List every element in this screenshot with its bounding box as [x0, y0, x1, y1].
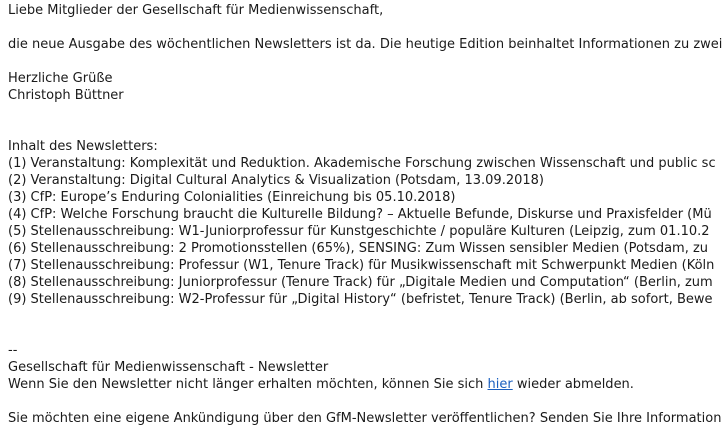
- unsubscribe-text-after: wieder abmelden.: [512, 377, 634, 392]
- unsubscribe-line: Wenn Sie den Newsletter nicht länger erh…: [8, 376, 722, 393]
- toc-item-8: (8) Stellenausschreibung: Juniorprofessu…: [8, 275, 713, 290]
- toc-item-4: (4) CfP: Welche Forschung braucht die Ku…: [8, 207, 712, 222]
- sender-name: Christoph Büttner: [8, 88, 124, 103]
- toc-item-3: (3) CfP: Europe’s Enduring Colonialities…: [8, 190, 456, 205]
- toc-item-2: (2) Veranstaltung: Digital Cultural Anal…: [8, 173, 544, 188]
- intro-paragraph: die neue Ausgabe des wöchentlichen Newsl…: [8, 37, 722, 52]
- greeting: Liebe Mitglieder der Gesellschaft für Me…: [8, 3, 384, 18]
- signature-separator: --: [8, 343, 18, 358]
- toc-item-9: (9) Stellenausschreibung: W2-Professur f…: [8, 292, 713, 307]
- toc-item-6: (6) Stellenausschreibung: 2 Promotionsst…: [8, 241, 709, 256]
- submit-notice: Sie möchten eine eigene Ankündigung über…: [8, 411, 722, 426]
- toc-heading: Inhalt des Newsletters:: [8, 139, 158, 154]
- unsubscribe-link[interactable]: hier: [488, 377, 513, 392]
- toc-item-7: (7) Stellenausschreibung: Professur (W1,…: [8, 258, 715, 273]
- closing: Herzliche Grüße: [8, 71, 113, 86]
- toc-item-1: (1) Veranstaltung: Komplexität und Reduk…: [8, 156, 716, 171]
- unsubscribe-text-before: Wenn Sie den Newsletter nicht länger erh…: [8, 377, 488, 392]
- email-body: Liebe Mitglieder der Gesellschaft für Me…: [8, 2, 722, 427]
- footer-org: Gesellschaft für Medienwissenschaft - Ne…: [8, 360, 329, 375]
- toc-item-5: (5) Stellenausschreibung: W1-Juniorprofe…: [8, 224, 710, 239]
